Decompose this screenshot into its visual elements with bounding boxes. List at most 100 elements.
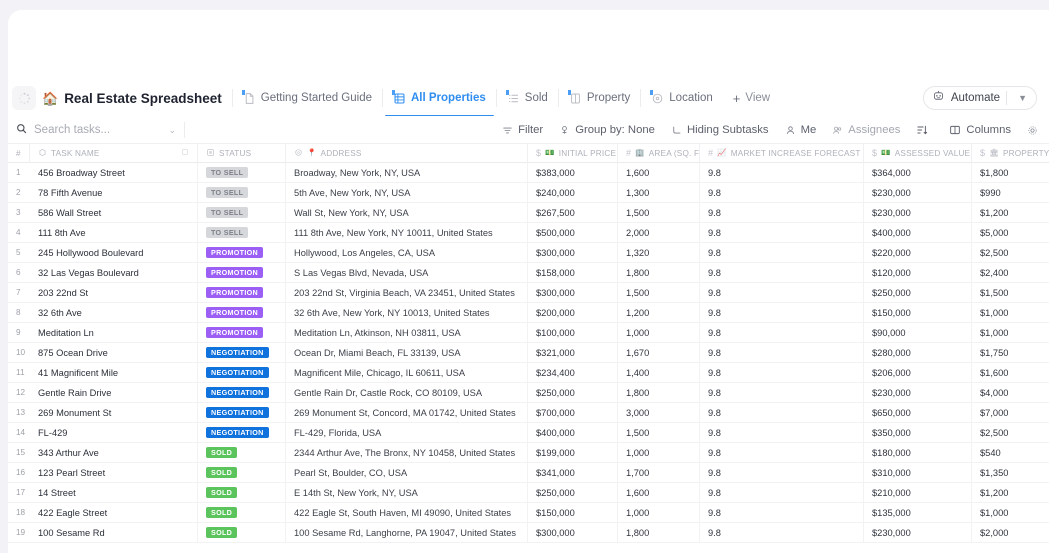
cell-assessed-value[interactable]: $120,000 [864,262,972,283]
cell-market-increase-forecast[interactable]: 9.8 [700,362,864,383]
cell-status[interactable]: SOLD [198,502,286,523]
column-header-area[interactable]: # 🏢 AREA (SQ. FT.) [618,143,700,163]
cell-market-increase-forecast[interactable]: 9.8 [700,522,864,543]
cell-initial-price[interactable]: $100,000 [528,322,618,343]
row-index[interactable]: 1 [8,163,30,183]
cell-area[interactable]: 1,600 [618,482,700,503]
table-row[interactable]: 18 422 Eagle Street SOLD 422 Eagle St, Sout… [8,502,1049,523]
table-row[interactable]: 9 Meditation Ln PROMOTION Meditation Ln, At… [8,322,1049,343]
column-header-assessed-value[interactable]: $ 💵 ASSESSED VALUE [864,143,972,163]
row-index[interactable]: 14 [8,423,30,443]
cell-initial-price[interactable]: $267,500 [528,202,618,223]
row-index[interactable]: 7 [8,283,30,303]
cell-assessed-value[interactable]: $280,000 [864,342,972,363]
cell-address[interactable]: Ocean Dr, Miami Beach, FL 33139, USA [286,342,528,363]
cell-task-name[interactable]: 14 Street [30,482,198,503]
row-index[interactable]: 9 [8,323,30,343]
cell-property-tax[interactable]: $540 [972,443,1049,463]
cell-status[interactable]: TO SELL [198,182,286,203]
cell-task-name[interactable]: 456 Broadway Street [30,162,198,183]
cell-market-increase-forecast[interactable]: 9.8 [700,462,864,483]
cell-area[interactable]: 1,670 [618,342,700,363]
cell-task-name[interactable]: 269 Monument St [30,402,198,423]
cell-status[interactable]: NEGOTIATION [198,402,286,423]
table-row[interactable]: 10 875 Ocean Drive NEGOTIATION Ocean Dr, Mi… [8,342,1049,363]
cell-market-increase-forecast[interactable]: 9.8 [700,322,864,343]
cell-initial-price[interactable]: $250,000 [528,382,618,403]
cell-market-increase-forecast[interactable]: 9.8 [700,242,864,263]
cell-assessed-value[interactable]: $230,000 [864,382,972,403]
table-row[interactable]: 2 78 Fifth Avenue TO SELL 5th Ave, New York… [8,182,1049,203]
cell-status[interactable]: NEGOTIATION [198,342,286,363]
table-row[interactable]: 16 123 Pearl Street SOLD Pearl St, Boulder,… [8,462,1049,483]
cell-area[interactable]: 1,800 [618,382,700,403]
row-index[interactable]: 17 [8,483,30,503]
row-index[interactable]: 16 [8,463,30,483]
cell-initial-price[interactable]: $250,000 [528,482,618,503]
search-input[interactable]: Search tasks... ⌄ [16,118,176,142]
cell-property-tax[interactable]: $2,500 [972,243,1049,263]
row-index[interactable]: 12 [8,383,30,403]
cell-address[interactable]: E 14th St, New York, NY, USA [286,482,528,503]
add-view-button[interactable]: + View [723,92,780,105]
cell-assessed-value[interactable]: $210,000 [864,482,972,503]
cell-address[interactable]: Gentle Rain Dr, Castle Rock, CO 80109, U… [286,382,528,403]
table-row[interactable]: 3 586 Wall Street TO SELL Wall St, New York… [8,202,1049,223]
column-header-task-name[interactable]: TASK NAME [30,143,198,163]
cell-area[interactable]: 1,500 [618,202,700,223]
cell-task-name[interactable]: 343 Arthur Ave [30,442,198,463]
cell-status[interactable]: NEGOTIATION [198,422,286,443]
cell-area[interactable]: 1,800 [618,522,700,543]
cell-initial-price[interactable]: $300,000 [528,282,618,303]
cell-task-name[interactable]: 78 Fifth Avenue [30,182,198,203]
cell-task-name[interactable]: 203 22nd St [30,282,198,303]
table-row[interactable]: 11 41 Magnificent Mile NEGOTIATION Magnific… [8,362,1049,383]
table-row[interactable]: 14 FL-429 NEGOTIATION FL-429, Florida, USA $… [8,422,1049,443]
cell-assessed-value[interactable]: $350,000 [864,422,972,443]
cell-initial-price[interactable]: $300,000 [528,242,618,263]
row-index[interactable]: 19 [8,523,30,543]
cell-assessed-value[interactable]: $220,000 [864,242,972,263]
app-title[interactable]: 🏠 Real Estate Spreadsheet [42,91,232,106]
loading-spinner-icon[interactable] [12,86,36,110]
cell-area[interactable]: 1,320 [618,242,700,263]
row-index[interactable]: 3 [8,203,30,223]
cell-status[interactable]: PROMOTION [198,302,286,323]
cell-initial-price[interactable]: $199,000 [528,442,618,463]
cell-market-increase-forecast[interactable]: 9.8 [700,302,864,323]
cell-task-name[interactable]: 111 8th Ave [30,222,198,243]
cell-area[interactable]: 1,400 [618,362,700,383]
cell-assessed-value[interactable]: $230,000 [864,202,972,223]
column-menu-icon[interactable] [181,148,189,158]
cell-area[interactable]: 1,000 [618,502,700,523]
cell-task-name[interactable]: 123 Pearl Street [30,462,198,483]
row-index[interactable]: 4 [8,223,30,243]
cell-property-tax[interactable]: $1,600 [972,363,1049,383]
tab-all-properties[interactable]: All Properties [383,81,496,117]
cell-task-name[interactable]: 245 Hollywood Boulevard [30,242,198,263]
cell-assessed-value[interactable]: $206,000 [864,362,972,383]
cell-address[interactable]: Meditation Ln, Atkinson, NH 03811, USA [286,322,528,343]
cell-market-increase-forecast[interactable]: 9.8 [700,382,864,403]
column-header-index[interactable]: # [8,143,30,163]
cell-area[interactable]: 1,200 [618,302,700,323]
cell-property-tax[interactable]: $1,350 [972,463,1049,483]
row-index[interactable]: 15 [8,443,30,463]
cell-status[interactable]: SOLD [198,482,286,503]
cell-property-tax[interactable]: $1,000 [972,303,1049,323]
cell-status[interactable]: SOLD [198,522,286,543]
tab-sold[interactable]: Sold [497,81,558,115]
cell-area[interactable]: 1,000 [618,442,700,463]
cell-task-name[interactable]: Gentle Rain Drive [30,382,198,403]
cell-property-tax[interactable]: $1,200 [972,203,1049,223]
cell-address[interactable]: 422 Eagle St, South Haven, MI 49090, Uni… [286,502,528,523]
cell-property-tax[interactable]: $2,500 [972,423,1049,443]
chevron-down-icon[interactable]: ⌄ [168,125,176,136]
cell-area[interactable]: 3,000 [618,402,700,423]
cell-market-increase-forecast[interactable]: 9.8 [700,422,864,443]
cell-address[interactable]: S Las Vegas Blvd, Nevada, USA [286,262,528,283]
column-header-status[interactable]: STATUS [198,143,286,163]
cell-initial-price[interactable]: $234,400 [528,362,618,383]
row-index[interactable]: 5 [8,243,30,263]
cell-address[interactable]: FL-429, Florida, USA [286,422,528,443]
